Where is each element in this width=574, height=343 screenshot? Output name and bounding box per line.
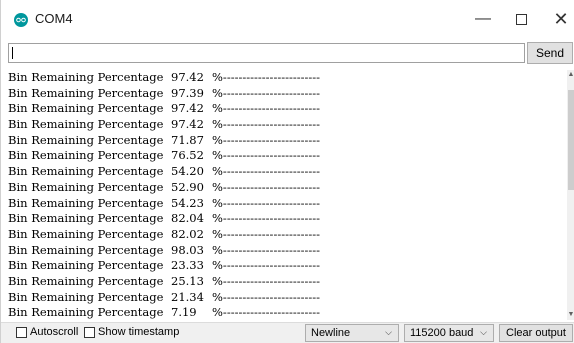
send-row: Send [1, 38, 574, 68]
maximize-button[interactable] [499, 4, 543, 34]
line-suffix: %------------------------- [212, 164, 321, 179]
output-line: Bin Remaining Percentage 97.42 %----------… [8, 117, 566, 133]
line-value: 25.13 [171, 273, 204, 288]
output-line: Bin Remaining Percentage 97.39 %----------… [8, 86, 566, 102]
line-suffix: %------------------------- [212, 117, 321, 132]
line-value: 52.90 [171, 179, 204, 194]
line-suffix: %------------------------- [212, 148, 321, 163]
serial-monitor-window: COM4 — ✕ Send Bin Remaining Percentage 97… [0, 0, 574, 343]
chevron-down-icon: ⌵ [385, 327, 392, 337]
scroll-down-icon[interactable]: ▼ [567, 310, 574, 320]
line-suffix: %------------------------- [212, 85, 321, 100]
line-suffix: %------------------------- [212, 132, 321, 147]
text-caret [12, 47, 13, 59]
line-label: Bin Remaining Percentage [8, 305, 164, 320]
line-value: 54.20 [171, 164, 204, 179]
window-title: COM4 [35, 11, 73, 26]
line-suffix: %------------------------- [212, 242, 321, 257]
line-value: 21.34 [171, 289, 204, 304]
output-line: Bin Remaining Percentage 82.02 %----------… [8, 227, 566, 243]
scroll-up-icon[interactable]: ▲ [567, 70, 574, 80]
line-ending-value: Newline [311, 327, 351, 339]
output-line: Bin Remaining Percentage 21.34 %----------… [8, 290, 566, 306]
line-label: Bin Remaining Percentage [8, 179, 164, 194]
line-label: Bin Remaining Percentage [8, 242, 164, 257]
output-line: Bin Remaining Percentage 25.13 %----------… [8, 274, 566, 290]
maximize-icon [515, 13, 527, 25]
baud-rate-value: 115200 baud [410, 327, 474, 339]
line-suffix: %------------------------- [212, 101, 321, 116]
line-value: 97.42 [171, 117, 204, 132]
serial-send-input[interactable] [8, 43, 525, 63]
line-value: 7.19 [171, 305, 197, 320]
line-label: Bin Remaining Percentage [8, 273, 164, 288]
line-label: Bin Remaining Percentage [8, 70, 164, 84]
line-value: 54.23 [171, 195, 204, 210]
line-value: 97.42 [171, 70, 204, 84]
output-line: Bin Remaining Percentage 82.04 %----------… [8, 211, 566, 227]
line-ending-select[interactable]: Newline ⌵ [305, 324, 399, 342]
line-suffix: %------------------------- [212, 70, 321, 84]
output-line: Bin Remaining Percentage 98.03 %----------… [8, 243, 566, 259]
line-label: Bin Remaining Percentage [8, 195, 164, 210]
baud-rate-select[interactable]: 115200 baud ⌵ [404, 324, 494, 342]
show-timestamp-label: Show timestamp [98, 326, 180, 338]
send-button[interactable]: Send [527, 42, 573, 64]
show-timestamp-checkbox[interactable] [84, 327, 95, 338]
vertical-scrollbar[interactable]: ▲ ▼ [567, 70, 574, 320]
line-label: Bin Remaining Percentage [8, 85, 164, 100]
line-suffix: %------------------------- [212, 179, 321, 194]
line-value: 97.42 [171, 101, 204, 116]
line-value: 98.03 [171, 242, 204, 257]
line-label: Bin Remaining Percentage [8, 258, 164, 273]
line-label: Bin Remaining Percentage [8, 211, 164, 226]
output-line: Bin Remaining Percentage 52.90 %----------… [8, 180, 566, 196]
line-suffix: %------------------------- [212, 211, 321, 226]
title-bar: COM4 — ✕ [1, 0, 574, 38]
arduino-icon [14, 13, 28, 27]
clear-output-button[interactable]: Clear output [499, 324, 573, 342]
status-bar: Autoscroll Show timestamp Newline ⌵ 1152… [1, 322, 574, 343]
output-line: Bin Remaining Percentage 54.20 %----------… [8, 164, 566, 180]
output-line: Bin Remaining Percentage 23.33 %----------… [8, 258, 566, 274]
line-label: Bin Remaining Percentage [8, 101, 164, 116]
output-line: Bin Remaining Percentage 71.87 %----------… [8, 133, 566, 149]
output-line: Bin Remaining Percentage 7.19 %-----------… [8, 305, 566, 320]
line-suffix: %------------------------- [212, 195, 321, 210]
autoscroll-checkbox[interactable] [16, 327, 27, 338]
line-label: Bin Remaining Percentage [8, 289, 164, 304]
serial-output[interactable]: Bin Remaining Percentage 97.42 %----------… [8, 70, 566, 320]
output-line: Bin Remaining Percentage 54.23 %----------… [8, 196, 566, 212]
line-suffix: %------------------------- [212, 258, 321, 273]
line-suffix: %------------------------- [212, 226, 321, 241]
line-value: 82.02 [171, 226, 204, 241]
line-suffix: %------------------------- [212, 289, 321, 304]
scroll-thumb[interactable] [568, 90, 574, 190]
chevron-down-icon: ⌵ [480, 327, 487, 337]
line-suffix: %------------------------- [212, 305, 321, 320]
line-label: Bin Remaining Percentage [8, 226, 164, 241]
line-value: 97.39 [171, 85, 204, 100]
output-line: Bin Remaining Percentage 76.52 %----------… [8, 148, 566, 164]
autoscroll-label: Autoscroll [30, 326, 79, 338]
output-line: Bin Remaining Percentage 97.42 %----------… [8, 101, 566, 117]
line-label: Bin Remaining Percentage [8, 164, 164, 179]
line-suffix: %------------------------- [212, 273, 321, 288]
line-label: Bin Remaining Percentage [8, 132, 164, 147]
line-value: 71.87 [171, 132, 204, 147]
line-value: 76.52 [171, 148, 204, 163]
output-line: Bin Remaining Percentage 97.42 %----------… [8, 70, 566, 86]
line-value: 23.33 [171, 258, 204, 273]
line-label: Bin Remaining Percentage [8, 148, 164, 163]
line-value: 82.04 [171, 211, 204, 226]
close-button[interactable]: ✕ [539, 4, 574, 34]
line-label: Bin Remaining Percentage [8, 117, 164, 132]
